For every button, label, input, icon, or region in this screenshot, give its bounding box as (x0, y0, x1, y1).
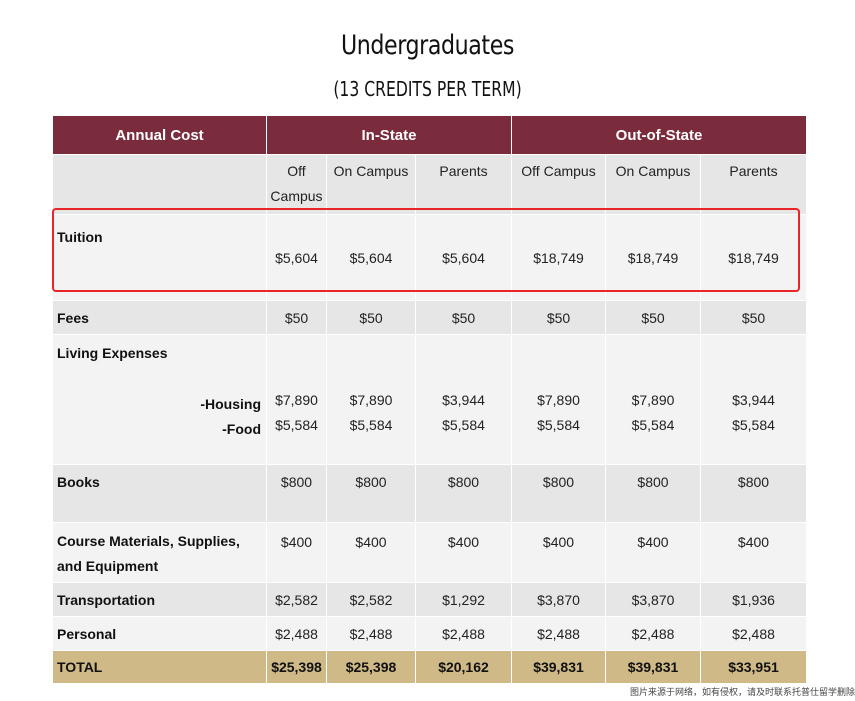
housing-value: $7,890 (349, 392, 393, 408)
table-cell: $5,604 (415, 214, 512, 301)
table-row-total: TOTAL $25,398 $25,398 $20,162 $39,831 $3… (52, 650, 807, 684)
row-label: Fees (52, 300, 267, 335)
total-cell: $25,398 (266, 650, 327, 684)
table-cell: $1,936 (700, 582, 807, 617)
row-label: Personal (52, 616, 267, 651)
table-cell: $3,944 $5,584 (415, 334, 512, 465)
table-cell: $5,604 (326, 214, 416, 301)
table-cell: $2,488 (700, 616, 807, 651)
table-cell: $7,890 $5,584 (605, 334, 701, 465)
table-cell: $50 (326, 300, 416, 335)
table-header-row: Annual Cost In-State Out-of-State (52, 115, 807, 155)
total-cell: $39,831 (511, 650, 606, 684)
table-cell: $2,488 (415, 616, 512, 651)
page-title: Undergraduates (340, 30, 515, 61)
table-cell: $7,890 $5,584 (326, 334, 416, 465)
table-row-materials: Course Materials, Supplies, and Equipmen… (52, 522, 807, 583)
table-cell: $3,870 (605, 582, 701, 617)
table-cell: $400 (415, 522, 512, 583)
table-cell: $7,890 $5,584 (511, 334, 606, 465)
total-cell: $33,951 (700, 650, 807, 684)
table-cell: $2,488 (326, 616, 416, 651)
subheader-cell: Off Campus (511, 154, 606, 215)
food-label: -Food (222, 421, 261, 437)
table-cell: $800 (605, 464, 701, 523)
table-cell: $7,890 $5,584 (266, 334, 327, 465)
table-row-transportation: Transportation $2,582 $2,582 $1,292 $3,8… (52, 582, 807, 617)
table-cell: $1,292 (415, 582, 512, 617)
table-cell: $800 (511, 464, 606, 523)
table-subheader-row: Off Campus On Campus Parents Off Campus … (52, 154, 807, 215)
housing-label: -Housing (200, 396, 261, 412)
subheader-blank (52, 154, 267, 215)
table-cell: $50 (415, 300, 512, 335)
table-cell: $5,604 (266, 214, 327, 301)
table-cell: $18,749 (511, 214, 606, 301)
table-cell: $3,870 (511, 582, 606, 617)
row-label: Tuition (52, 214, 267, 301)
header-annual-cost: Annual Cost (52, 115, 267, 155)
row-label: Transportation (52, 582, 267, 617)
food-value: $5,584 (349, 417, 393, 433)
header-in-state: In-State (266, 115, 512, 155)
housing-value: $3,944 (442, 392, 485, 408)
food-value: $5,584 (442, 417, 485, 433)
table-row-personal: Personal $2,488 $2,488 $2,488 $2,488 $2,… (52, 616, 807, 651)
header-out-of-state: Out-of-State (511, 115, 807, 155)
row-label-living: Living Expenses -Housing -Food (52, 334, 267, 465)
table-cell: $400 (511, 522, 606, 583)
subheader-cell: Parents (700, 154, 807, 215)
table-cell: $50 (266, 300, 327, 335)
subheader-cell: On Campus (326, 154, 416, 215)
table-cell: $400 (700, 522, 807, 583)
housing-value: $7,890 (631, 392, 675, 408)
subheader-cell: Off Campus (266, 154, 327, 215)
table-cell: $800 (415, 464, 512, 523)
table-cell: $2,488 (605, 616, 701, 651)
food-value: $5,584 (631, 417, 675, 433)
total-cell: $25,398 (326, 650, 416, 684)
table-cell: $2,488 (511, 616, 606, 651)
table-cell: $400 (326, 522, 416, 583)
table-cell: $50 (700, 300, 807, 335)
table-cell: $2,488 (266, 616, 327, 651)
table-row-fees: Fees $50 $50 $50 $50 $50 $50 (52, 300, 807, 335)
materials-label-line1: Course Materials, Supplies, (57, 533, 240, 549)
table-cell: $2,582 (266, 582, 327, 617)
housing-value: $7,890 (537, 392, 580, 408)
food-value: $5,584 (732, 417, 775, 433)
table-cell: $400 (605, 522, 701, 583)
table-cell: $50 (511, 300, 606, 335)
housing-value: $7,890 (275, 392, 318, 408)
row-label-materials: Course Materials, Supplies, and Equipmen… (52, 522, 267, 583)
total-cell: $39,831 (605, 650, 701, 684)
table-cell: $18,749 (700, 214, 807, 301)
living-label: Living Expenses (57, 345, 168, 361)
table-row-books: Books $800 $800 $800 $800 $800 $800 (52, 464, 807, 523)
materials-label-line2: and Equipment (57, 558, 159, 574)
subheader-cell: On Campus (605, 154, 701, 215)
food-value: $5,584 (537, 417, 580, 433)
row-label: Books (52, 464, 267, 523)
table-cell: $800 (266, 464, 327, 523)
table-cell: $50 (605, 300, 701, 335)
housing-value: $3,944 (732, 392, 775, 408)
table-cell: $800 (700, 464, 807, 523)
cost-table: Annual Cost In-State Out-of-State Off Ca… (52, 115, 807, 684)
table-row-living: Living Expenses -Housing -Food $7,890 $5,… (52, 334, 807, 465)
table-cell: $400 (266, 522, 327, 583)
food-value: $5,584 (275, 417, 318, 433)
watermark-text: 图片来源于网络，如有侵权，请及时联系托普仕留学删除 (629, 688, 855, 698)
row-label-total: TOTAL (52, 650, 267, 684)
table-row-tuition: Tuition $5,604 $5,604 $5,604 $18,749 $18… (52, 214, 807, 301)
subheader-cell: Parents (415, 154, 512, 215)
table-cell: $2,582 (326, 582, 416, 617)
page-subtitle: (13 CREDITS PER TERM) (333, 77, 522, 101)
total-cell: $20,162 (415, 650, 512, 684)
table-cell: $800 (326, 464, 416, 523)
table-cell: $18,749 (605, 214, 701, 301)
table-cell: $3,944 $5,584 (700, 334, 807, 465)
